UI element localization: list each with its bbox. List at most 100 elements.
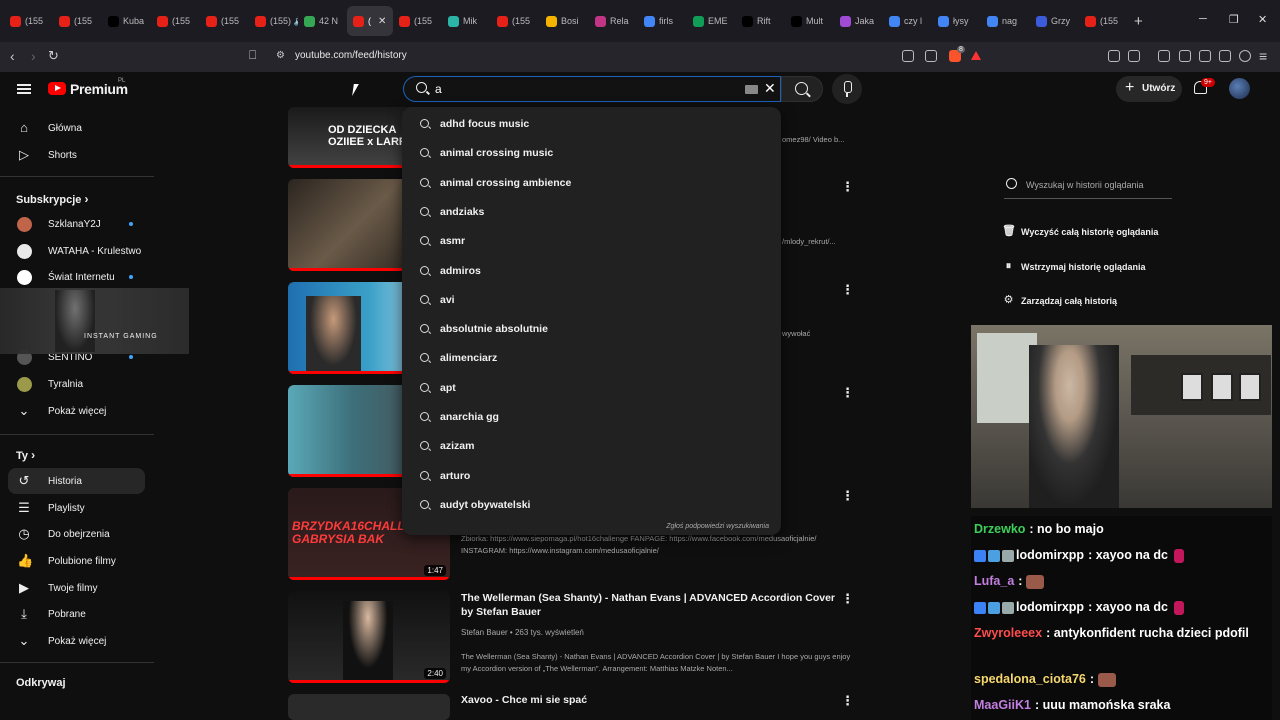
search-suggestion[interactable]: adhd focus music xyxy=(402,111,781,139)
video-menu-icon[interactable]: ⋮ xyxy=(841,179,854,195)
browser-tab[interactable]: 42 N xyxy=(298,6,347,36)
search-suggestion[interactable]: anarchia gg xyxy=(402,404,781,432)
search-suggestion[interactable]: asmr xyxy=(402,228,781,256)
history-search-input[interactable]: Wyszukaj w historii oglądania xyxy=(1004,172,1172,199)
search-suggestion[interactable]: avi xyxy=(402,287,781,315)
sidebar-item-shorts[interactable]: ▷ Shorts xyxy=(8,142,145,168)
browser-tab[interactable]: nag xyxy=(981,6,1030,36)
brave-rewards-icon[interactable] xyxy=(971,51,981,60)
share-icon[interactable] xyxy=(925,50,937,62)
sidebar-item-playlists[interactable]: ☰ Playlisty xyxy=(8,495,145,521)
cast-icon[interactable] xyxy=(902,50,914,62)
sidebar-item-your-videos[interactable]: ▶ Twoje filmy xyxy=(8,575,145,601)
report-suggestions-link[interactable]: Zgłoś podpowiedzi wyszukiwania xyxy=(666,523,769,530)
sidebar-show-more-subs[interactable]: ⌄ Pokaż więcej xyxy=(8,398,145,424)
sidebar-show-more-you[interactable]: ⌄ Pokaż więcej xyxy=(8,628,145,654)
search-input[interactable]: a xyxy=(435,82,442,96)
search-suggestion[interactable]: animal crossing music xyxy=(402,140,781,168)
search-suggestion[interactable]: admiros xyxy=(402,258,781,286)
browser-tab[interactable]: Jaka xyxy=(834,6,883,36)
restore-icon[interactable]: ❐ xyxy=(1229,13,1239,26)
media-icon[interactable] xyxy=(1158,50,1170,62)
browser-tab[interactable]: (✕ xyxy=(347,6,393,36)
search-input-box[interactable]: a ✕ xyxy=(403,76,781,102)
video-menu-icon[interactable]: ⋮ xyxy=(841,591,854,607)
sidebar-sub-tyralnia[interactable]: Tyralnia xyxy=(8,371,145,397)
reader-icon[interactable] xyxy=(1128,50,1140,62)
sidebar-item-downloads[interactable]: ⤓ Pobrane xyxy=(8,601,145,627)
scrollbar[interactable] xyxy=(1272,72,1280,720)
browser-tab[interactable]: Bosi xyxy=(540,6,589,36)
search-suggestion[interactable]: absolutnie absolutnie xyxy=(402,316,781,344)
sidebar-item-home[interactable]: ⌂ Główna xyxy=(8,115,145,141)
browser-tab[interactable]: (155 xyxy=(491,6,540,36)
browser-tab[interactable]: (155 xyxy=(53,6,102,36)
minimize-icon[interactable]: ─ xyxy=(1199,13,1207,25)
new-tab-icon[interactable]: + xyxy=(1134,13,1143,30)
sidebar-sub-wataha[interactable]: WATAHA - Krulestwo xyxy=(8,238,145,264)
search-suggestion[interactable]: animal crossing ambience xyxy=(402,170,781,198)
bookmark-icon[interactable]: ⎕ xyxy=(249,48,256,63)
leo-icon[interactable] xyxy=(1219,50,1231,62)
video-menu-icon[interactable]: ⋮ xyxy=(841,385,854,401)
search-suggestion[interactable]: arturo xyxy=(402,463,781,491)
url-field[interactable]: youtube.com/feed/history xyxy=(295,50,407,61)
voice-search-button[interactable] xyxy=(832,74,862,104)
sidebar-toggle-icon[interactable] xyxy=(1179,50,1191,62)
search-suggestion[interactable]: audyt obywatelski xyxy=(402,492,781,520)
browser-tab[interactable]: Rela xyxy=(589,6,638,36)
browser-tab[interactable]: czy l xyxy=(883,6,932,36)
you-header[interactable]: Ty › xyxy=(16,448,35,462)
browser-tab[interactable]: Mik xyxy=(442,6,491,36)
browser-tab[interactable]: (155) 🔊 ( xyxy=(249,6,298,36)
account-avatar[interactable] xyxy=(1229,78,1250,99)
video-thumbnail-6[interactable]: 2:40 xyxy=(288,591,450,683)
video-menu-icon[interactable]: ⋮ xyxy=(841,282,854,298)
create-button[interactable]: + Utwórz xyxy=(1116,76,1182,102)
browser-tab[interactable]: EME xyxy=(687,6,736,36)
browser-tab[interactable]: (155 xyxy=(200,6,249,36)
browser-tab[interactable]: (155 xyxy=(151,6,200,36)
youtube-logo-icon[interactable] xyxy=(48,82,66,95)
search-suggestion[interactable]: alimenciarz xyxy=(402,345,781,373)
manage-history-button[interactable]: ⚙ Zarządzaj całą historią xyxy=(1002,294,1117,307)
close-window-icon[interactable]: ✕ xyxy=(1258,13,1267,26)
hamburger-menu-icon[interactable] xyxy=(17,84,31,94)
pause-history-button[interactable]: ⏸ Wstrzymaj historię oglądania xyxy=(1002,260,1146,273)
keyboard-icon[interactable] xyxy=(745,85,758,94)
search-suggestion[interactable]: azizam xyxy=(402,433,781,461)
browser-tab[interactable]: Rift xyxy=(736,6,785,36)
search-suggestion[interactable]: apt xyxy=(402,375,781,403)
subscriptions-header[interactable]: Subskrypcje › xyxy=(16,192,88,206)
sidebar-sub-swiat-internetu[interactable]: Świat Internetu xyxy=(8,264,145,290)
search-suggestion[interactable]: andziaks xyxy=(402,199,781,227)
back-icon[interactable]: ‹ xyxy=(10,48,15,64)
sidebar-item-liked[interactable]: 👍 Polubione filmy xyxy=(8,548,145,574)
browser-tab[interactable]: (155 xyxy=(1079,6,1128,36)
menu-icon[interactable]: ≡ xyxy=(1259,48,1267,64)
forward-icon[interactable]: › xyxy=(31,48,36,64)
clear-search-icon[interactable]: ✕ xyxy=(764,80,776,97)
video-menu-icon[interactable]: ⋮ xyxy=(841,488,854,504)
browser-tab[interactable]: firls xyxy=(638,6,687,36)
sidebar-sub-szklanay2j[interactable]: SzklanaY2J xyxy=(8,211,145,237)
wallet-icon[interactable] xyxy=(1199,50,1211,62)
video-menu-icon[interactable]: ⋮ xyxy=(841,693,854,709)
video-title[interactable]: Xavoo - Chce mi sie spać xyxy=(461,693,587,707)
site-info-icon[interactable]: ⚙ xyxy=(276,50,285,61)
sidebar-item-history[interactable]: ↺ Historia xyxy=(8,468,145,494)
video-thumbnail-7[interactable] xyxy=(288,694,450,720)
reload-icon[interactable]: ↻ xyxy=(48,48,59,64)
browser-tab[interactable]: (155 xyxy=(393,6,442,36)
search-button[interactable] xyxy=(781,76,823,102)
browser-tab[interactable]: Mult xyxy=(785,6,834,36)
browser-tab[interactable]: (155 xyxy=(4,6,53,36)
clear-history-button[interactable]: 🗑 Wyczyść całą historię oglądania xyxy=(1002,225,1158,238)
browser-tab[interactable]: Grzy xyxy=(1030,6,1079,36)
close-tab-icon[interactable]: ✕ xyxy=(378,16,386,27)
sidebar-item-watch-later[interactable]: ◷ Do obejrzenia xyxy=(8,521,145,547)
vpn-icon[interactable] xyxy=(1239,50,1251,62)
video-title[interactable]: The Wellerman (Sea Shanty) - Nathan Evan… xyxy=(461,591,836,619)
browser-tab[interactable]: Kuba xyxy=(102,6,151,36)
extensions-icon[interactable] xyxy=(1108,50,1120,62)
